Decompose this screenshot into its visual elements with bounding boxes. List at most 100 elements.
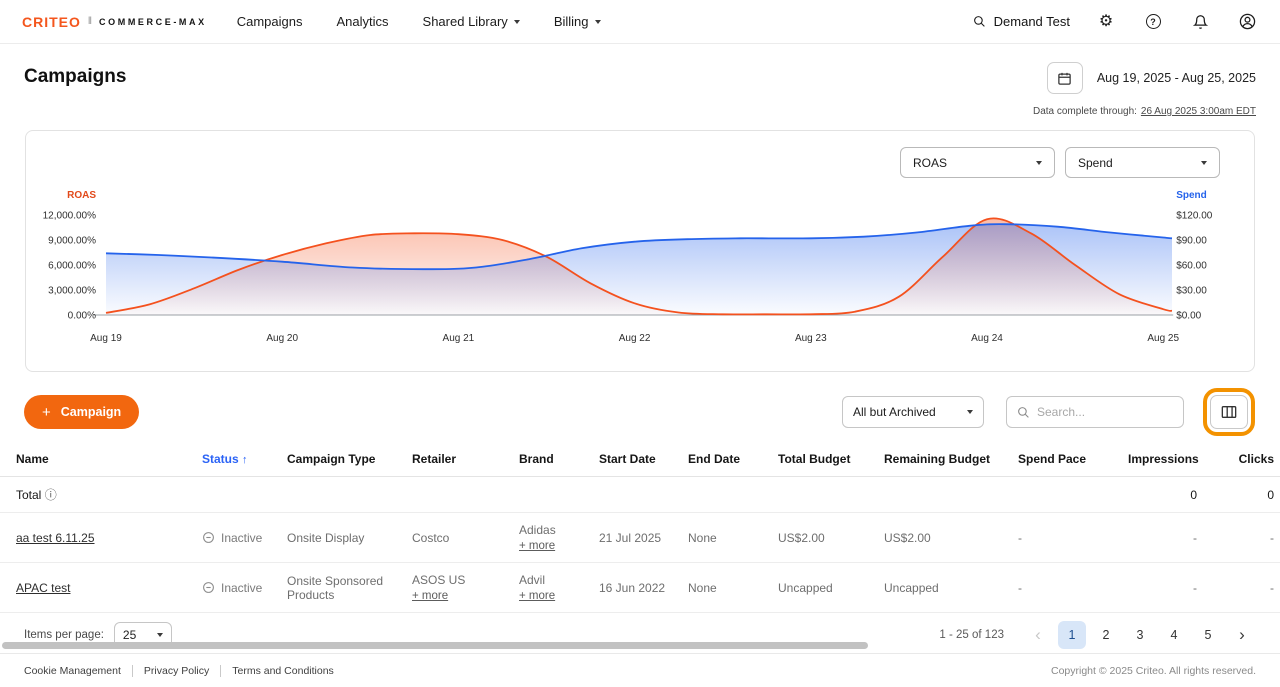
nav-item-campaigns[interactable]: Campaigns (237, 14, 303, 29)
footer-divider (220, 665, 221, 677)
page-button-2[interactable]: 2 (1092, 621, 1120, 649)
svg-text:$30.00: $30.00 (1176, 286, 1207, 297)
series-area-spend (106, 224, 1172, 315)
info-icon[interactable]: ⓘ (45, 488, 57, 502)
page-header: Campaigns Aug 19, 2025 - Aug 25, 2025 Da… (0, 44, 1280, 130)
column-header-start-date[interactable]: Start Date (599, 442, 688, 477)
page-buttons: 12345 (1058, 621, 1222, 649)
status-filter-value: All but Archived (853, 405, 936, 419)
previous-page-button[interactable]: ‹ (1024, 621, 1052, 649)
svg-text:Aug 25: Aug 25 (1147, 333, 1179, 344)
left-metric-select[interactable]: ROAS (900, 147, 1055, 178)
help-button[interactable]: ? (1142, 11, 1164, 33)
page-button-4[interactable]: 4 (1160, 621, 1188, 649)
new-campaign-button[interactable]: + Campaign (24, 395, 139, 429)
page-button-3[interactable]: 3 (1126, 621, 1154, 649)
status-label: Inactive (221, 581, 262, 595)
svg-text:Aug 24: Aug 24 (971, 333, 1003, 344)
account-selector[interactable]: Demand Test (973, 14, 1070, 29)
chevron-down-icon (967, 410, 973, 414)
table-row[interactable]: APAC testInactiveOnsite Sponsored Produc… (0, 563, 1280, 613)
settings-button[interactable]: ⚙ (1095, 11, 1117, 33)
inactive-status-icon (202, 581, 215, 594)
nav-item-analytics[interactable]: Analytics (337, 14, 389, 29)
date-range-text[interactable]: Aug 19, 2025 - Aug 25, 2025 (1097, 71, 1256, 85)
retailer-cell: ASOS US+ more (412, 563, 519, 613)
footer-link-cookie-management[interactable]: Cookie Management (24, 665, 121, 677)
table-header-row: NameStatus ↑Campaign TypeRetailerBrandSt… (0, 442, 1280, 477)
column-header-brand[interactable]: Brand (519, 442, 599, 477)
right-metric-select[interactable]: Spend (1065, 147, 1220, 178)
chevron-down-icon (1201, 161, 1207, 165)
page-footer: Cookie Management Privacy Policy Terms and… (0, 653, 1280, 687)
brand-more-link[interactable]: + more (519, 540, 555, 552)
left-metric-value: ROAS (913, 156, 947, 170)
remaining-budget-cell: US$2.00 (884, 513, 1018, 563)
page-button-5[interactable]: 5 (1194, 621, 1222, 649)
criteo-logo[interactable]: CRITEO ‖ COMMERCE-MAX (22, 14, 207, 30)
performance-chart: ROASSpend12,000.00%9,000.00%6,000.00%3,0… (26, 185, 1252, 353)
calendar-button[interactable] (1047, 62, 1083, 94)
svg-text:12,000.00%: 12,000.00% (43, 211, 96, 222)
chevron-down-icon (514, 20, 520, 24)
brand-more-link[interactable]: + more (519, 590, 555, 602)
account-icon (1239, 13, 1256, 30)
search-icon (973, 15, 986, 28)
svg-text:$0.00: $0.00 (1176, 311, 1201, 322)
column-header-retailer[interactable]: Retailer (412, 442, 519, 477)
campaigns-table: NameStatus ↑Campaign TypeRetailerBrandSt… (0, 442, 1280, 613)
spend-pace-cell: - (1018, 563, 1128, 613)
end-date-cell: None (688, 513, 778, 563)
svg-text:Aug 19: Aug 19 (90, 333, 122, 344)
nav-item-shared-library[interactable]: Shared Library (423, 14, 520, 29)
svg-text:Spend: Spend (1176, 190, 1207, 201)
footer-link-privacy-policy[interactable]: Privacy Policy (144, 665, 209, 677)
footer-link-terms-and-conditions[interactable]: Terms and Conditions (232, 665, 334, 677)
total-budget-cell: Uncapped (778, 563, 884, 613)
nav-right: Demand Test ⚙ ? (973, 11, 1258, 33)
page-button-1[interactable]: 1 (1058, 621, 1086, 649)
table-row[interactable]: aa test 6.11.25InactiveOnsite DisplayCos… (0, 513, 1280, 563)
next-page-button[interactable]: › (1228, 621, 1256, 649)
total-label: Total (16, 488, 41, 502)
column-settings-button[interactable] (1210, 395, 1248, 429)
svg-text:Aug 20: Aug 20 (266, 333, 298, 344)
status-filter-select[interactable]: All but Archived (842, 396, 984, 428)
column-header-clicks[interactable]: Clicks (1213, 442, 1280, 477)
footer-links: Cookie Management Privacy Policy Terms and… (24, 665, 334, 677)
campaign-name-link[interactable]: APAC test (16, 581, 70, 595)
horizontal-scrollbar[interactable] (2, 642, 868, 649)
start-date-cell: 21 Jul 2025 (599, 513, 688, 563)
column-header-spend-pace[interactable]: Spend Pace (1018, 442, 1128, 477)
column-header-remaining-budget[interactable]: Remaining Budget (884, 442, 1018, 477)
end-date-cell: None (688, 563, 778, 613)
logo-criteo-text: CRITEO (22, 14, 81, 30)
retailer-more-link[interactable]: + more (412, 590, 448, 602)
logo-commerce-max-text: COMMERCE-MAX (99, 17, 207, 27)
svg-text:ROAS: ROAS (67, 190, 96, 201)
nav-item-label: Campaigns (237, 14, 303, 29)
nav-item-billing[interactable]: Billing (554, 14, 601, 29)
svg-text:$120.00: $120.00 (1176, 211, 1213, 222)
remaining-budget-cell: Uncapped (884, 563, 1018, 613)
column-header-name[interactable]: Name (0, 442, 202, 477)
profile-button[interactable] (1236, 11, 1258, 33)
campaign-toolbar: + Campaign All but Archived (0, 394, 1280, 430)
total-row: Total ⓘ00 (0, 477, 1280, 513)
column-header-status[interactable]: Status ↑ (202, 442, 287, 477)
top-nav: CRITEO ‖ COMMERCE-MAX Campaigns Analytics… (0, 0, 1280, 44)
campaign-name-link[interactable]: aa test 6.11.25 (16, 531, 95, 545)
search-input[interactable] (1037, 405, 1167, 419)
column-header-impressions[interactable]: Impressions (1128, 442, 1213, 477)
gear-icon: ⚙ (1099, 14, 1113, 30)
search-icon (1017, 406, 1030, 419)
column-header-total-budget[interactable]: Total Budget (778, 442, 884, 477)
notifications-button[interactable] (1189, 11, 1211, 33)
column-header-end-date[interactable]: End Date (688, 442, 778, 477)
column-header-campaign-type[interactable]: Campaign Type (287, 442, 412, 477)
spend-pace-cell: - (1018, 513, 1128, 563)
svg-text:Aug 22: Aug 22 (619, 333, 651, 344)
items-per-page-label: Items per page: (24, 629, 104, 641)
account-name: Demand Test (994, 14, 1070, 29)
data-complete-link[interactable]: 26 Aug 2025 3:00am EDT (1141, 106, 1256, 117)
